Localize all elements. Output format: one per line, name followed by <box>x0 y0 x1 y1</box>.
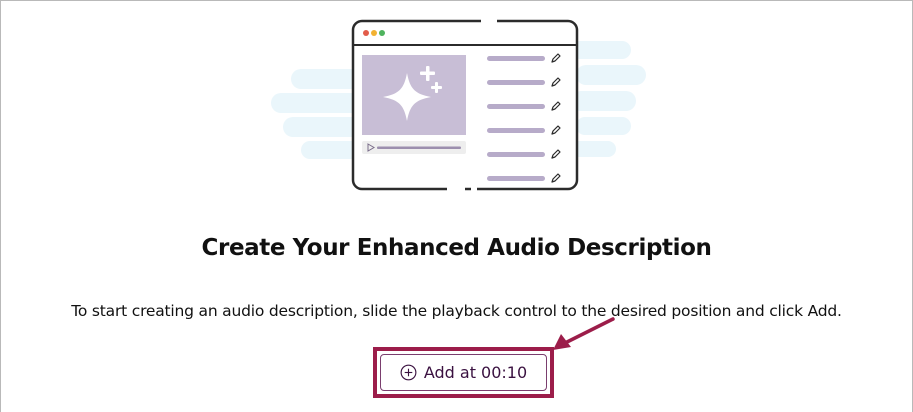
audio-description-illustration <box>271 19 646 192</box>
page-title: Create Your Enhanced Audio Description <box>201 235 712 261</box>
pointer-arrow-icon <box>553 317 615 350</box>
frame-gap-bottom-2 <box>471 187 477 192</box>
plus-circle-icon <box>400 364 417 381</box>
frame-gap-bottom <box>447 187 465 192</box>
window-close-dot <box>363 30 369 36</box>
playback-track <box>377 146 461 149</box>
add-description-button[interactable]: Add at 00:10 <box>380 354 547 391</box>
window-maximize-dot <box>379 30 385 36</box>
audio-description-panel: Create Your Enhanced Audio Description T… <box>0 0 913 412</box>
window-minimize-dot <box>371 30 377 36</box>
frame-gap-top <box>481 19 497 24</box>
instructions-text: To start creating an audio description, … <box>71 302 842 320</box>
add-button-label: Add at 00:10 <box>423 363 528 382</box>
